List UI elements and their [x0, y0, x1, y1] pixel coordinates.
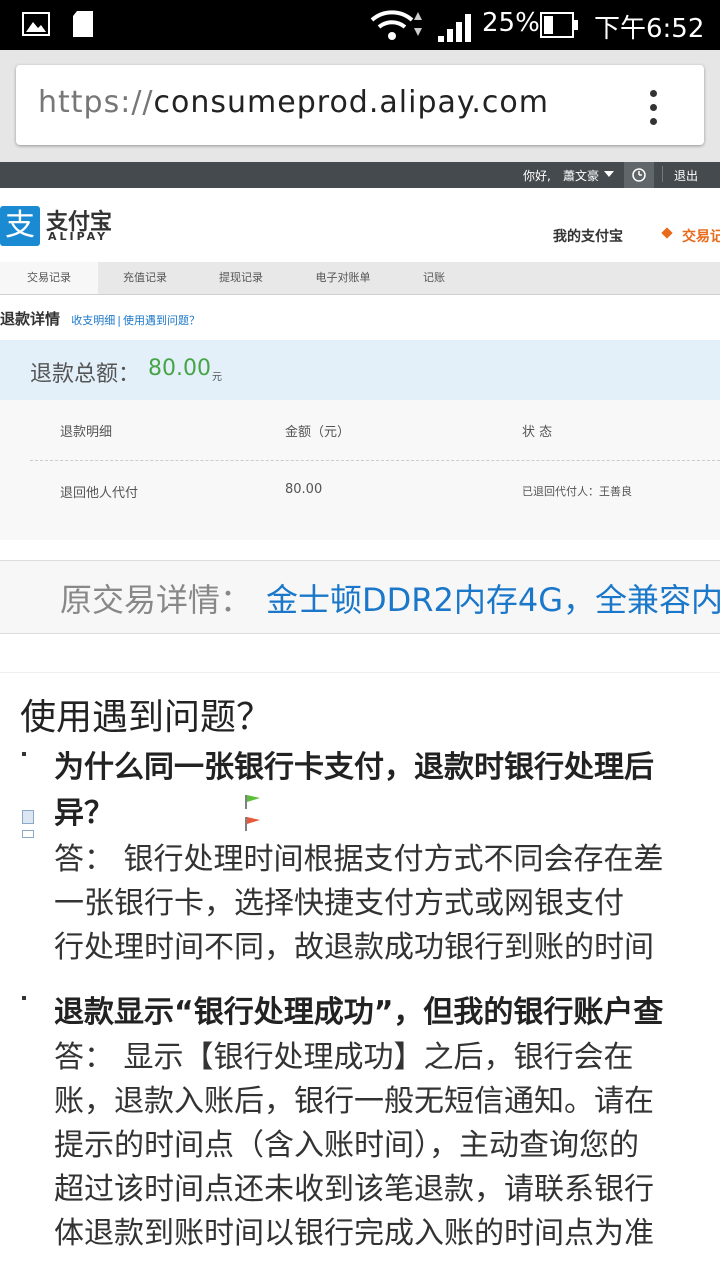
alarm-icon[interactable]	[624, 162, 654, 188]
original-transaction: 原交易详情： 金士顿DDR2内存4G，全兼容内	[0, 560, 720, 634]
greeting: 你好,	[523, 169, 551, 183]
column-header: 状 态	[522, 425, 553, 440]
battery-icon	[540, 12, 578, 38]
bullet	[22, 996, 26, 1000]
refund-title-row: 退款详情 收支明细 | 使用遇到问题？	[0, 308, 200, 329]
site-header: 支 支付宝 ALIPAY 我的支付宝 交易记	[0, 188, 720, 262]
dropdown-caret-icon[interactable]	[604, 171, 614, 177]
tab-recharge[interactable]: 充值记录	[98, 262, 192, 294]
wifi-icon	[370, 10, 422, 40]
faq-answer-line: 提示的时间点（含入账时间），主动查询您的	[54, 1128, 639, 1163]
link-transaction-detail[interactable]: 收支明细	[71, 314, 115, 327]
site-top-bar: 你好, 蕭文豪 退出	[0, 162, 720, 188]
column-header: 退款明细	[60, 425, 113, 440]
faq-question[interactable]: 为什么同一张银行卡支付，退款时银行处理后 异？	[54, 745, 720, 837]
overflow-menu-icon[interactable]	[644, 88, 664, 128]
refund-total-unit: 元	[212, 372, 222, 383]
tab-statement[interactable]: 电子对账单	[290, 262, 396, 294]
tab-transactions[interactable]: 交易记录	[0, 262, 98, 294]
nav-trade[interactable]: 交易记	[682, 226, 720, 246]
nav-my-alipay[interactable]: 我的支付宝	[553, 226, 623, 246]
brand-name-en: ALIPAY	[48, 230, 109, 243]
browser-toolbar: https://consumeprod.alipay.com	[0, 50, 720, 162]
tab-bookkeeping[interactable]: 记账	[396, 262, 472, 294]
image-icon	[22, 12, 50, 36]
sub-nav: 交易记录 充值记录 提现记录 电子对账单 记账	[0, 262, 720, 295]
faq-answer-line: 答： 显示【银行处理成功】之后，银行会在	[54, 1040, 634, 1075]
refund-detail-cell: 退回他人代付	[60, 486, 139, 501]
battery-percent: 25%	[482, 8, 540, 38]
faq-answer: 答： 银行处理时间根据支付方式不同会存在差 一张银行卡，选择快捷支付方式或网银支…	[54, 838, 664, 970]
status-bar: 25% 下午6:52	[0, 0, 720, 50]
refund-table: 退款明细 金额（元） 状 态 退回他人代付 80.00 已退回代付人：王善良	[0, 400, 720, 540]
bookmark-icon	[22, 810, 34, 824]
faq-answer-line: 账，退款入账后，银行一般无短信通知。请在	[54, 1084, 654, 1119]
refund-total-label: 退款总额：	[30, 362, 141, 387]
faq-answer-line: 超过该时间点还未收到该笔退款，请联系银行	[54, 1172, 654, 1207]
faq-question-line: 为什么同一张银行卡支付，退款时银行处理后	[54, 750, 654, 785]
faq-answer-line: 答： 银行处理时间根据支付方式不同会存在差	[54, 842, 664, 877]
link-separator: |	[117, 314, 121, 327]
bullet	[22, 752, 26, 756]
faq-heading: 使用遇到问题？	[20, 697, 273, 738]
table-divider	[30, 460, 720, 461]
refund-summary: 退款总额： 80.00 元	[0, 340, 720, 400]
flag-icon[interactable]	[244, 794, 262, 810]
url-text[interactable]: https://consumeprod.alipay.com	[38, 85, 549, 120]
divider	[662, 166, 663, 182]
note-icon	[22, 830, 34, 838]
faq-question[interactable]: 退款显示“银行处理成功”，但我的银行账户查	[54, 990, 720, 1036]
refund-total-value: 80.00	[148, 356, 211, 381]
url-host: consumeprod.alipay.com	[153, 85, 549, 120]
username[interactable]: 蕭文豪	[563, 167, 599, 184]
clock: 下午6:52	[594, 14, 705, 44]
sd-card-icon	[73, 11, 93, 37]
link-help[interactable]: 使用遇到问题？	[123, 314, 200, 327]
original-label: 原交易详情：	[60, 581, 253, 619]
faq-answer-line: 一张银行卡，选择快捷支付方式或网银支付	[54, 886, 624, 921]
refund-amount-cell: 80.00	[285, 482, 323, 497]
original-item-link[interactable]: 金士顿DDR2内存4G，全兼容内	[266, 575, 720, 621]
url-bar[interactable]: https://consumeprod.alipay.com	[16, 65, 704, 145]
divider	[0, 672, 720, 673]
url-scheme: https://	[38, 85, 154, 120]
page-title: 退款详情	[0, 310, 61, 328]
flag-icon[interactable]	[244, 816, 262, 832]
logout-link[interactable]: 退出	[674, 167, 698, 184]
faq-question-line: 退款显示“银行处理成功”，但我的银行账户查	[54, 995, 664, 1030]
faq-answer-line: 行处理时间不同，故退款成功银行到账的时间	[54, 930, 654, 965]
faq-question-line: 异？	[54, 796, 114, 831]
refund-status-cell: 已退回代付人：王善良	[522, 485, 632, 498]
faq-answer-line: 体退款到账时间以银行完成入账的时间点为准	[54, 1216, 654, 1251]
column-header: 金额（元）	[285, 425, 351, 440]
diamond-icon	[661, 227, 673, 239]
tab-withdraw[interactable]: 提现记录	[192, 262, 290, 294]
alipay-logo-icon[interactable]: 支	[0, 206, 40, 246]
signal-icon	[438, 14, 471, 42]
faq-answer: 答： 显示【银行处理成功】之后，银行会在 账，退款入账后，银行一般无短信通知。请…	[54, 1036, 654, 1256]
